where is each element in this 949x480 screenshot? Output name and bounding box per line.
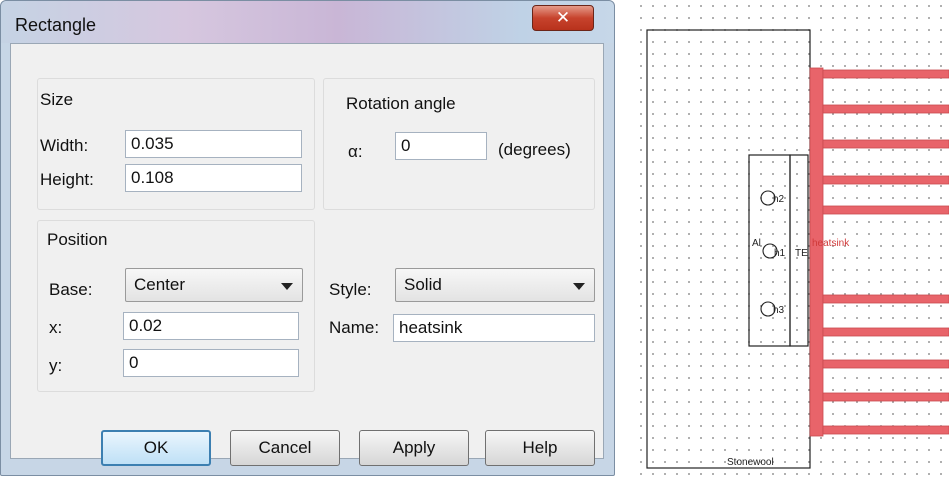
- style-select-value: Solid: [404, 275, 442, 294]
- geometry-drawing: h2 Al h1 h3 TE heatsink Stonewool: [646, 29, 949, 469]
- base-label: Base:: [49, 280, 93, 299]
- degrees-unit-label: (degrees): [498, 140, 571, 159]
- rotation-group-label: Rotation angle: [346, 94, 456, 113]
- heatsink-fin: [822, 294, 949, 304]
- heatsink-fin: [822, 425, 949, 435]
- x-input[interactable]: 0.02: [123, 312, 299, 340]
- name-label: Name:: [329, 318, 380, 337]
- close-button[interactable]: ✕: [532, 5, 594, 31]
- dialog-client-area: Size Width: 0.035 Height: 0.108 Rotation…: [10, 43, 604, 466]
- help-button[interactable]: Help: [485, 430, 595, 466]
- dialog-title: Rectangle: [15, 15, 97, 35]
- size-group-label: Size: [40, 90, 74, 109]
- style-label: Style:: [329, 280, 372, 299]
- h2-label: h2: [773, 194, 785, 205]
- heatsink-label: heatsink: [812, 238, 850, 249]
- name-input[interactable]: heatsink: [393, 314, 595, 342]
- heatsink-fin: [822, 69, 949, 79]
- heatsink-fin: [822, 104, 949, 114]
- base-select[interactable]: Center: [125, 268, 303, 302]
- heatsink-shape[interactable]: [809, 67, 949, 437]
- h1-label: h1: [774, 248, 786, 259]
- close-x-icon: ✕: [555, 8, 571, 27]
- rotation-angle-input[interactable]: 0: [395, 132, 487, 160]
- heatsink-fin: [822, 205, 949, 215]
- width-label: Width:: [40, 136, 89, 155]
- width-input[interactable]: 0.035: [125, 130, 302, 158]
- ok-button[interactable]: OK: [101, 430, 211, 466]
- drawing-canvas[interactable]: h2 Al h1 h3 TE heatsink Stonewool: [635, 0, 949, 480]
- position-group-label: Position: [47, 230, 108, 249]
- chevron-down-icon: [573, 283, 585, 290]
- heatsink-fin: [822, 139, 949, 149]
- y-label: y:: [49, 356, 63, 375]
- rectangle-dialog: Rectangle ✕ Size Width: 0.035 Height: 0.…: [0, 0, 615, 476]
- heatsink-fin: [822, 175, 949, 185]
- al-label: Al: [752, 238, 761, 249]
- alpha-label: α:: [348, 142, 363, 161]
- h3-label: h3: [773, 305, 785, 316]
- style-select[interactable]: Solid: [395, 268, 595, 302]
- dialog-titlebar[interactable]: Rectangle ✕: [1, 1, 614, 43]
- height-label: Height:: [40, 170, 94, 189]
- heatsink-fin: [822, 327, 949, 337]
- heatsink-base: [809, 67, 824, 437]
- apply-button[interactable]: Apply: [359, 430, 469, 466]
- y-input[interactable]: 0: [123, 349, 299, 377]
- heatsink-fin: [822, 392, 949, 402]
- heatsink-fin: [822, 359, 949, 369]
- stonewool-label: Stonewool: [727, 457, 774, 468]
- chevron-down-icon: [281, 283, 293, 290]
- base-select-value: Center: [134, 275, 186, 294]
- height-input[interactable]: 0.108: [125, 164, 302, 192]
- x-label: x:: [49, 318, 63, 337]
- stonewool-region[interactable]: [646, 29, 811, 469]
- te-label: TE: [795, 248, 808, 259]
- cancel-button[interactable]: Cancel: [230, 430, 340, 466]
